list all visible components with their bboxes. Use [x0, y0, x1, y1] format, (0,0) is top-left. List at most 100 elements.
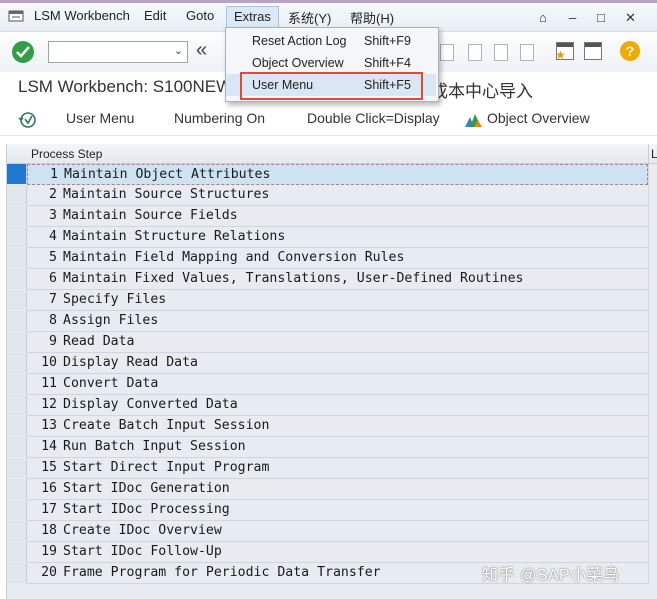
object-overview-button[interactable]: Object Overview — [487, 110, 590, 126]
table-row[interactable]: 16 Start IDoc Generation — [27, 479, 648, 500]
step-label: Read Data — [63, 334, 135, 349]
menu-item-shortcut: Shift+F4 — [364, 56, 411, 70]
table-row[interactable]: 3 Maintain Source Fields — [27, 206, 648, 227]
menu-goto[interactable]: Goto — [186, 8, 214, 23]
row-selector[interactable] — [7, 542, 27, 562]
table-row[interactable]: 11 Convert Data — [27, 374, 648, 395]
table-cell — [648, 374, 657, 395]
menu-edit[interactable]: Edit — [144, 8, 166, 23]
step-label: Maintain Field Mapping and Conversion Ru… — [63, 250, 405, 265]
menu-extras[interactable]: Extras — [226, 6, 279, 28]
table-row[interactable]: 12 Display Converted Data — [27, 395, 648, 416]
menu-item-object-overview[interactable]: Object Overview Shift+F4 — [226, 52, 436, 74]
home-icon[interactable]: ⌂ — [539, 10, 547, 25]
row-selector[interactable] — [7, 311, 27, 331]
column-header-second[interactable]: L — [651, 147, 657, 161]
page-title: LSM Workbench: S100NEW, — [18, 77, 236, 96]
command-input[interactable] — [49, 42, 172, 62]
table-row[interactable]: 1 Maintain Object Attributes — [27, 164, 648, 185]
step-label: Run Batch Input Session — [63, 439, 246, 454]
row-selector[interactable] — [7, 248, 27, 268]
row-selector[interactable] — [7, 374, 27, 394]
table-row[interactable]: 2 Maintain Source Structures — [27, 185, 648, 206]
step-number: 16 — [41, 481, 57, 496]
table-cell — [648, 458, 657, 479]
row-selector[interactable] — [7, 395, 27, 415]
step-number: 10 — [41, 355, 57, 370]
row-selector[interactable] — [7, 500, 27, 520]
row-selector[interactable] — [7, 185, 27, 205]
numbering-on-button[interactable]: Numbering On — [174, 110, 265, 126]
next-page-icon[interactable] — [494, 44, 508, 61]
row-selector[interactable] — [7, 437, 27, 457]
enter-check-icon[interactable] — [12, 41, 34, 63]
execute-icon[interactable] — [18, 110, 38, 135]
command-field[interactable]: ⌄ — [48, 41, 188, 63]
layout-icon[interactable] — [584, 42, 602, 60]
menu-help[interactable]: 帮助(H) — [350, 8, 394, 27]
step-number: 11 — [41, 376, 57, 391]
close-icon[interactable]: ✕ — [625, 10, 636, 26]
row-selector[interactable] — [7, 563, 27, 583]
maximize-icon[interactable]: □ — [597, 10, 605, 25]
table-row[interactable]: 7 Specify Files — [27, 290, 648, 311]
row-selector[interactable] — [7, 269, 27, 289]
step-number: 3 — [49, 208, 57, 223]
chevron-down-icon[interactable]: ⌄ — [174, 44, 183, 57]
step-number: 5 — [49, 250, 57, 265]
system-menu-icon[interactable] — [8, 9, 24, 28]
step-label: Display Read Data — [63, 355, 198, 370]
step-label: Maintain Structure Relations — [63, 229, 286, 244]
row-selector[interactable] — [7, 164, 27, 184]
table-cell — [648, 164, 657, 185]
minimize-icon[interactable]: – — [569, 10, 576, 25]
column-divider — [648, 144, 649, 163]
table-row[interactable]: 5 Maintain Field Mapping and Conversion R… — [27, 248, 648, 269]
step-label: Create IDoc Overview — [63, 523, 222, 538]
table-row[interactable]: 18 Create IDoc Overview — [27, 521, 648, 542]
help-icon[interactable]: ? — [620, 41, 640, 61]
menu-system[interactable]: 系统(Y) — [288, 8, 331, 27]
row-selector[interactable] — [7, 227, 27, 247]
row-selector[interactable] — [7, 521, 27, 541]
step-label: Assign Files — [63, 313, 159, 328]
table-row[interactable]: 14 Run Batch Input Session — [27, 437, 648, 458]
table-cell — [648, 311, 657, 332]
column-header-process-step[interactable]: Process Step — [31, 147, 102, 161]
table-row[interactable]: 15 Start Direct Input Program — [27, 458, 648, 479]
menu-lsm-workbench[interactable]: LSM Workbench — [34, 8, 130, 23]
menu-item-reset-action-log[interactable]: Reset Action Log Shift+F9 — [226, 30, 436, 52]
row-selector[interactable] — [7, 353, 27, 373]
step-number: 2 — [49, 187, 57, 202]
table-cell — [648, 437, 657, 458]
row-selector[interactable] — [7, 458, 27, 478]
double-click-display-button[interactable]: Double Click=Display — [307, 110, 440, 126]
menu-item-label: Reset Action Log — [252, 34, 347, 48]
user-menu-button[interactable]: User Menu — [66, 110, 134, 126]
process-step-table: Process Step L 1 Maintain Object Attribut… — [6, 144, 657, 599]
row-selector[interactable] — [7, 290, 27, 310]
table-row[interactable]: 10 Display Read Data — [27, 353, 648, 374]
step-number: 14 — [41, 439, 57, 454]
collapse-left-icon[interactable]: « — [196, 39, 207, 62]
row-selector[interactable] — [7, 332, 27, 352]
row-selector[interactable] — [7, 206, 27, 226]
object-overview-icon[interactable] — [463, 111, 483, 134]
row-selector[interactable] — [7, 479, 27, 499]
table-row[interactable]: 17 Start IDoc Processing — [27, 500, 648, 521]
application-toolbar: User Menu Numbering On Double Click=Disp… — [0, 103, 657, 136]
table-row[interactable]: 9 Read Data — [27, 332, 648, 353]
star-icon: ★ — [555, 48, 566, 62]
step-label: Display Converted Data — [63, 397, 238, 412]
last-page-icon[interactable] — [520, 44, 534, 61]
table-row[interactable]: 19 Start IDoc Follow-Up — [27, 542, 648, 563]
step-number: 9 — [49, 334, 57, 349]
row-selector[interactable] — [7, 416, 27, 436]
table-row[interactable]: 6 Maintain Fixed Values, Translations, Us… — [27, 269, 648, 290]
step-label: Create Batch Input Session — [63, 418, 270, 433]
table-row[interactable]: 13 Create Batch Input Session — [27, 416, 648, 437]
table-row[interactable]: 4 Maintain Structure Relations — [27, 227, 648, 248]
table-row[interactable]: 8 Assign Files — [27, 311, 648, 332]
first-page-icon[interactable] — [440, 44, 454, 61]
previous-page-icon[interactable] — [468, 44, 482, 61]
